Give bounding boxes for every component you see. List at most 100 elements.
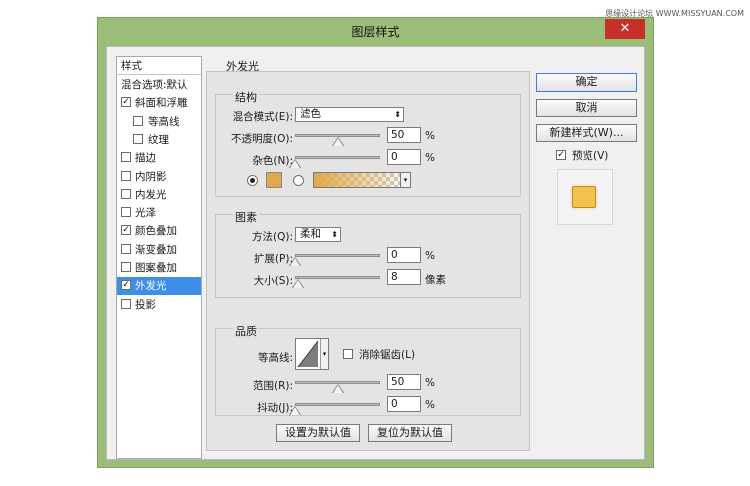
sidebar-item-checkbox[interactable]: ✓ (121, 225, 131, 236)
sidebar-item-label: 颜色叠加 (135, 225, 177, 238)
preview-label: 预览(V) (572, 150, 609, 162)
sidebar-item[interactable]: ✓ 斜面和浮雕 (117, 94, 201, 112)
sidebar-item[interactable]: 渐变叠加 (117, 241, 201, 259)
sidebar-item-checkbox[interactable] (121, 188, 131, 199)
range-slider-thumb[interactable] (331, 384, 344, 393)
close-button[interactable]: ✕ (605, 19, 645, 39)
blend-mode-value: 滤色 (300, 108, 321, 120)
range-input[interactable]: 50 (387, 374, 421, 390)
blend-mode-select[interactable]: 滤色 ⬍ (295, 107, 404, 122)
jitter-label: 抖动(J): (257, 402, 293, 414)
spread-label: 扩展(P): (253, 253, 293, 265)
opacity-slider-thumb[interactable] (331, 137, 344, 146)
preview-swatch (572, 186, 596, 208)
sidebar-item-checkbox[interactable] (121, 207, 131, 218)
sidebar-item-label: 光泽 (135, 207, 156, 220)
noise-input[interactable]: 0 (387, 149, 421, 165)
blend-mode-label: 混合模式(E): (232, 111, 293, 123)
jitter-slider-thumb[interactable] (289, 406, 301, 415)
structure-title: 结构 (233, 89, 259, 105)
sidebar-item[interactable]: 光泽 (117, 204, 201, 222)
antialias-checkbox[interactable] (343, 349, 353, 359)
sidebar-item[interactable]: 内阴影 (117, 168, 201, 186)
contour-picker[interactable]: ▾ (295, 338, 329, 370)
spread-slider-thumb[interactable] (289, 257, 301, 266)
updown-arrow-icon: ⬍ (394, 110, 401, 119)
jitter-unit: % (425, 399, 435, 411)
gradient-radio[interactable] (293, 175, 304, 186)
range-unit: % (425, 377, 435, 389)
contour-label: 等高线: (257, 352, 293, 364)
layer-style-dialog: 图层样式 ✕ 样式 混合选项:默认 ✓ 斜面和浮雕 等高线 纹理 描边 内阴影 内发光 光泽 ✓ 颜… (97, 17, 654, 468)
sidebar-item-checkbox[interactable] (121, 243, 131, 254)
spread-input[interactable]: 0 (387, 247, 421, 263)
size-slider-track[interactable] (295, 276, 380, 279)
antialias-label: 消除锯齿(L) (359, 349, 416, 361)
opacity-unit: % (425, 130, 435, 142)
noise-slider-thumb[interactable] (289, 159, 301, 168)
sidebar-item[interactable]: ✓ 外发光 (117, 277, 201, 296)
dialog-body: 样式 混合选项:默认 ✓ 斜面和浮雕 等高线 纹理 描边 内阴影 内发光 光泽 ✓ 颜色叠加 渐变叠加… (106, 46, 645, 460)
sidebar-item-label: 混合选项:默认 (121, 79, 188, 91)
method-label: 方法(Q): (252, 231, 293, 243)
solid-color-radio[interactable] (247, 175, 258, 186)
sidebar-item-label: 描边 (135, 152, 156, 165)
dropdown-arrow-icon[interactable]: ▾ (320, 339, 328, 369)
range-label: 范围(R): (252, 380, 293, 392)
sidebar-item-label: 纹理 (148, 133, 169, 146)
sidebar-item-checkbox[interactable]: ✓ (121, 97, 131, 108)
opacity-input[interactable]: 50 (387, 127, 421, 143)
updown-arrow-icon: ⬍ (331, 230, 338, 239)
sidebar-item[interactable]: 等高线 (117, 113, 201, 131)
sidebar-item[interactable]: 混合选项:默认 (117, 76, 201, 94)
radio-dot-icon (250, 178, 255, 183)
reset-default-button[interactable]: 复位为默认值 (368, 424, 452, 442)
method-value: 柔和 (300, 228, 321, 240)
sidebar-item-checkbox[interactable] (121, 170, 131, 181)
method-select[interactable]: 柔和 ⬍ (295, 227, 341, 242)
gradient-preview (314, 173, 410, 187)
sidebar-item-label: 等高线 (148, 115, 180, 128)
glow-color-swatch[interactable] (266, 172, 282, 188)
sidebar-item-checkbox[interactable] (121, 262, 131, 272)
sidebar-item-checkbox[interactable] (133, 133, 143, 144)
sidebar-item[interactable]: 图案叠加 (117, 259, 201, 277)
sidebar-item-label: 内阴影 (135, 170, 167, 183)
checkmark-icon: ✓ (122, 225, 130, 236)
noise-unit: % (425, 152, 435, 164)
opacity-label: 不透明度(O): (231, 133, 293, 145)
title-bar[interactable]: 图层样式 ✕ (98, 18, 653, 46)
sidebar-item-checkbox[interactable] (133, 115, 143, 126)
jitter-slider-track[interactable] (295, 403, 380, 406)
checkmark-icon: ✓ (557, 150, 565, 160)
sidebar-item[interactable]: 纹理 (117, 131, 201, 149)
gradient-picker[interactable]: ▾ (313, 172, 411, 188)
window-title: 图层样式 (351, 25, 400, 39)
ok-button[interactable]: 确定 (536, 73, 637, 92)
dropdown-arrow-icon[interactable]: ▾ (400, 173, 410, 187)
spread-slider-track[interactable] (295, 254, 380, 257)
sidebar-item-checkbox[interactable] (121, 298, 131, 309)
sidebar-item-checkbox[interactable]: ✓ (121, 280, 131, 291)
new-style-button[interactable]: 新建样式(W)... (536, 124, 637, 142)
quality-title: 品质 (233, 323, 259, 339)
cancel-button[interactable]: 取消 (536, 99, 637, 117)
noise-label: 杂色(N): (252, 155, 293, 167)
sidebar-item[interactable]: 投影 (117, 296, 201, 314)
close-icon: ✕ (619, 21, 631, 36)
noise-slider-track[interactable] (295, 156, 380, 159)
size-label: 大小(S): (253, 275, 293, 287)
sidebar-item-checkbox[interactable] (121, 152, 131, 163)
sidebar-item-label: 渐变叠加 (135, 243, 177, 256)
styles-sidebar: 样式 混合选项:默认 ✓ 斜面和浮雕 等高线 纹理 描边 内阴影 内发光 光泽 ✓ 颜色叠加 渐变叠加… (116, 56, 202, 459)
sidebar-item[interactable]: 内发光 (117, 186, 201, 204)
set-default-button[interactable]: 设置为默认值 (276, 424, 360, 442)
sidebar-item-label: 投影 (135, 298, 156, 311)
sidebar-item[interactable]: ✓ 颜色叠加 (117, 222, 201, 240)
jitter-input[interactable]: 0 (387, 396, 421, 412)
preview-thumbnail (557, 169, 613, 225)
sidebar-item[interactable]: 描边 (117, 149, 201, 167)
preview-checkbox[interactable]: ✓ (556, 150, 566, 160)
size-slider-thumb[interactable] (291, 279, 304, 288)
size-input[interactable]: 8 (387, 269, 421, 285)
